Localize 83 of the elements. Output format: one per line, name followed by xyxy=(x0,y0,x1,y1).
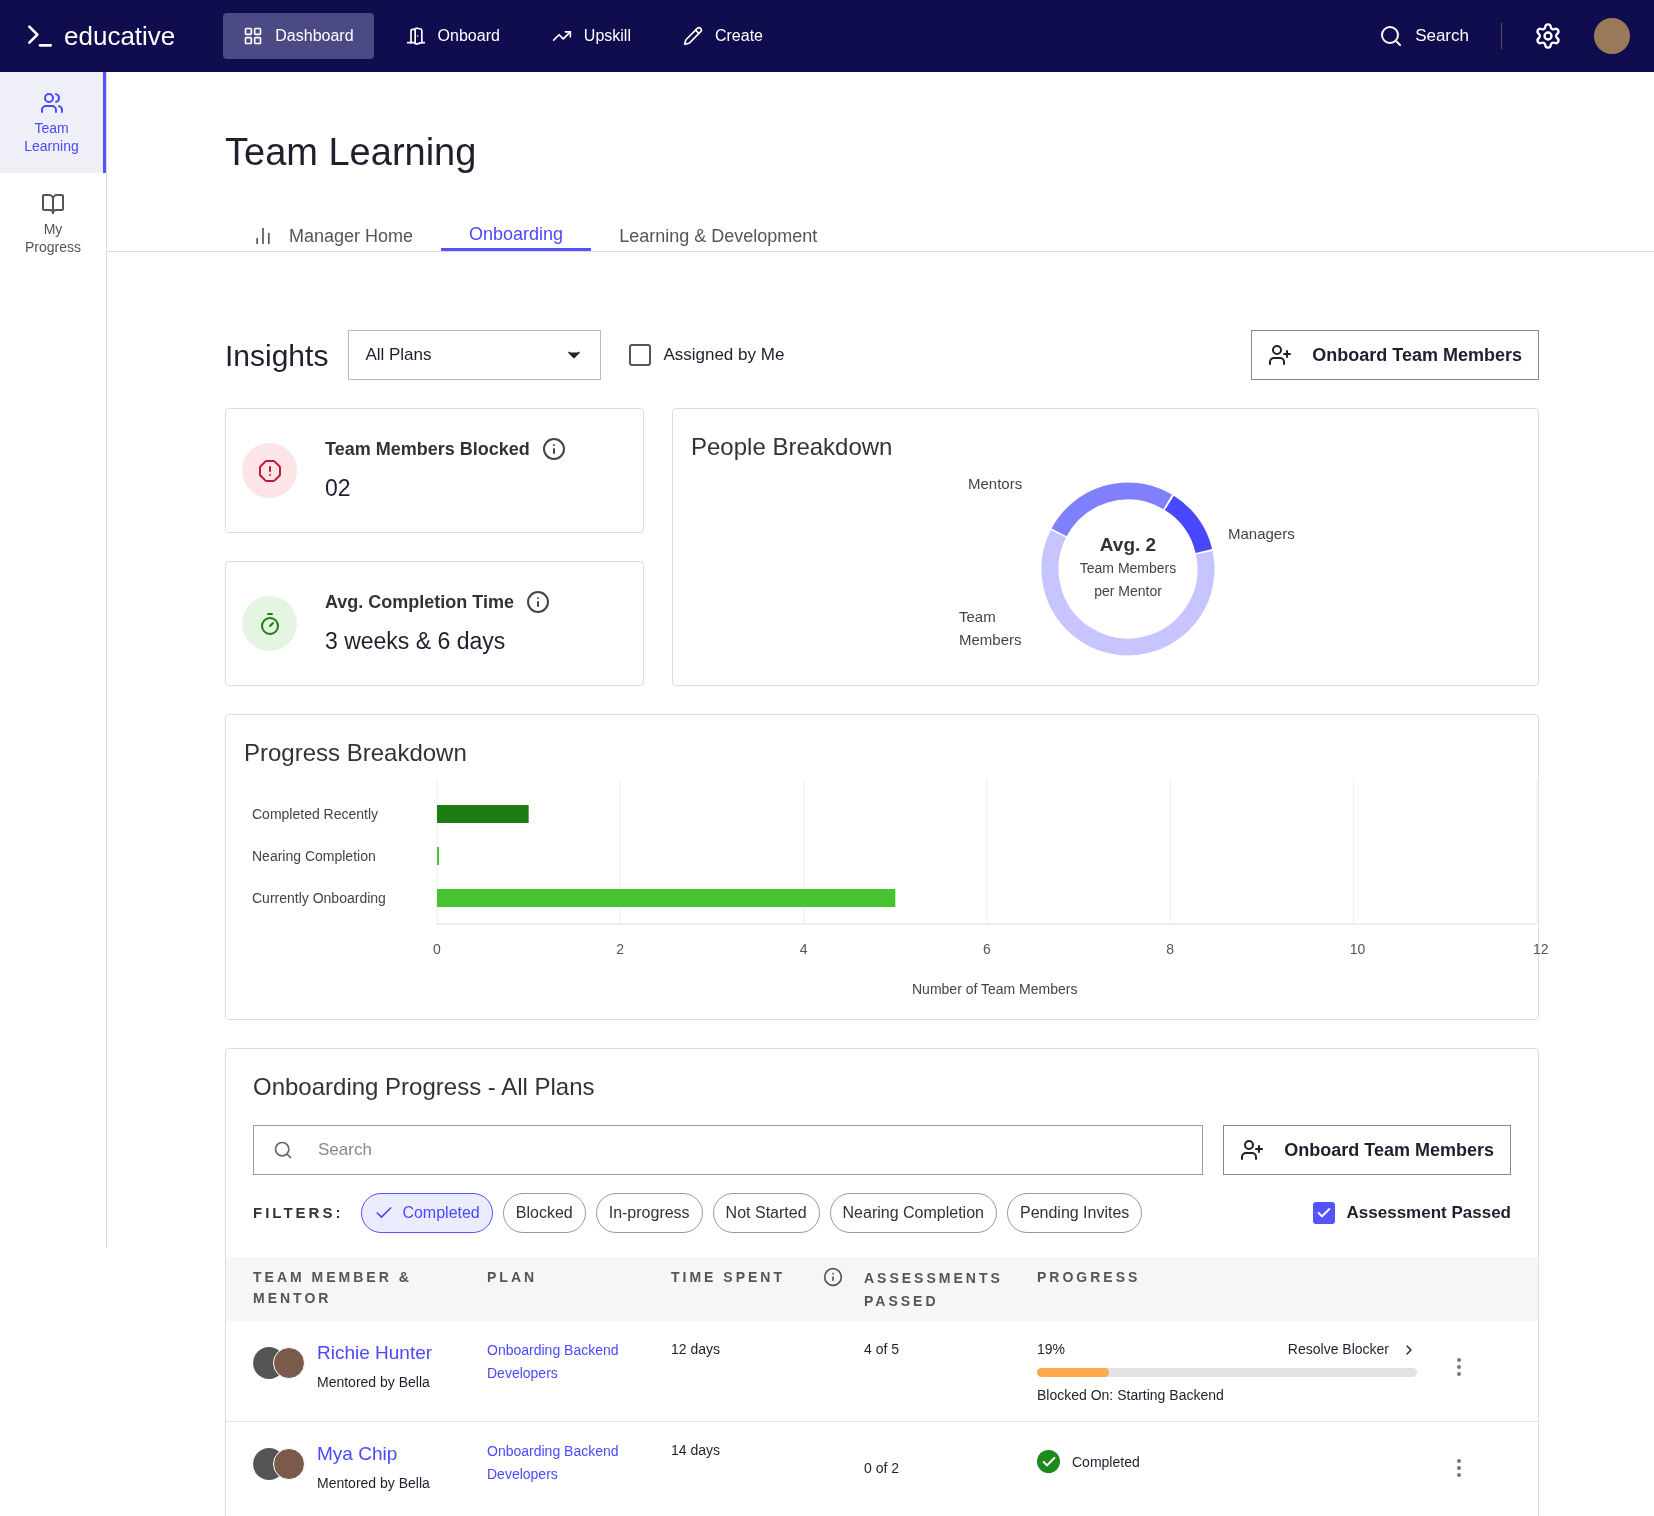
nav-item[interactable]: Onboard xyxy=(385,13,520,59)
tick-label: 4 xyxy=(799,940,808,959)
onboard-button[interactable]: Onboard Team Members xyxy=(1251,330,1539,380)
mentor-text: Mentored by Bella xyxy=(317,1372,431,1392)
time-spent: 12 days xyxy=(671,1340,722,1359)
card-title: People Breakdown xyxy=(691,432,893,462)
avatar[interactable] xyxy=(1594,18,1630,54)
stat-label: Team Members Blocked xyxy=(325,437,530,461)
time-spent: 14 days xyxy=(671,1441,722,1460)
stat-label: Avg. Completion Time xyxy=(325,590,515,614)
donut-center-text: Team Members per Mentor xyxy=(1078,559,1178,601)
add-user-icon xyxy=(1268,343,1293,367)
resolve-blocker-link[interactable]: Resolve Blocker xyxy=(1287,1339,1417,1360)
section-title: Insights xyxy=(225,337,329,374)
blocked-note: Blocked On: Starting Backend xyxy=(1037,1386,1225,1405)
tick-label: 2 xyxy=(616,940,625,959)
people-icon xyxy=(39,90,64,115)
bar-chart-icon xyxy=(253,226,273,246)
card-title: Onboarding Progress - All Plans xyxy=(253,1072,596,1102)
nav-item[interactable]: Upskill xyxy=(531,13,651,59)
checkbox-label: Assessment Passed xyxy=(1346,1202,1511,1225)
member-link[interactable]: Mya Chip xyxy=(317,1440,430,1469)
plan-link[interactable]: Onboarding Backend Developers xyxy=(487,1440,671,1516)
settings-icon[interactable] xyxy=(1534,22,1562,50)
column-header: TEAM MEMBER & MENTOR xyxy=(253,1269,412,1306)
column-header: ASSESSMENTS PASSED xyxy=(864,1270,1003,1309)
status-text: Completed xyxy=(1072,1453,1140,1472)
logo-text: educative xyxy=(64,19,176,53)
assessments-count: 0 of 2 xyxy=(864,1459,901,1478)
sidebar-item[interactable]: Team Learning xyxy=(0,72,106,173)
search-icon xyxy=(273,1140,293,1160)
add-user-icon xyxy=(1240,1138,1265,1162)
filters-label: FILTERS: xyxy=(253,1202,344,1223)
axis-label: Nearing Completion xyxy=(252,847,376,866)
stat-value: 02 xyxy=(325,473,352,503)
door-icon xyxy=(405,26,426,46)
progress-percent: 19% xyxy=(1037,1340,1066,1359)
tick-label: 0 xyxy=(433,940,441,959)
avatar xyxy=(273,1448,305,1480)
grid-icon xyxy=(243,26,264,46)
column-header: PLAN xyxy=(487,1269,538,1285)
chart-label: Mentors xyxy=(968,474,1023,494)
card-title: Progress Breakdown xyxy=(244,738,467,768)
column-header: PROGRESS xyxy=(1037,1269,1141,1285)
tab[interactable]: Onboarding xyxy=(441,221,592,251)
assessments-count: 4 of 5 xyxy=(864,1340,901,1359)
nav-item[interactable]: Dashboard xyxy=(223,13,374,59)
stat-value: 3 weeks & 6 days xyxy=(325,626,507,656)
info-icon[interactable] xyxy=(541,437,566,462)
tick-label: 8 xyxy=(1166,940,1175,959)
page-title: Team Learning xyxy=(225,130,478,175)
column-header: TIME SPENT xyxy=(671,1268,786,1287)
checkbox[interactable] xyxy=(629,344,652,366)
tab[interactable]: Manager Home xyxy=(225,221,442,251)
mentor-text: Mentored by Bella xyxy=(317,1473,430,1493)
filter-chip[interactable]: Completed xyxy=(361,1193,493,1233)
axis-label: Currently Onboarding xyxy=(252,889,386,908)
chart-label: Managers xyxy=(1228,524,1295,544)
tick-label: 10 xyxy=(1349,940,1366,959)
search-icon xyxy=(1379,24,1404,48)
search-field[interactable]: Search xyxy=(253,1125,1204,1175)
plan-link[interactable]: Onboarding Backend Developers xyxy=(487,1339,671,1421)
check-icon xyxy=(1037,1450,1060,1473)
avatar xyxy=(273,1347,305,1379)
checkbox[interactable] xyxy=(1312,1202,1335,1224)
axis-title: Number of Team Members xyxy=(912,980,1078,999)
info-icon[interactable] xyxy=(526,590,551,615)
search-button[interactable]: Search xyxy=(1379,23,1502,49)
pencil-icon xyxy=(683,26,703,46)
nav-item[interactable]: Create xyxy=(663,13,783,59)
tab[interactable]: Learning & Development xyxy=(591,221,846,251)
sidebar-item[interactable]: My Progress xyxy=(0,173,106,274)
member-link[interactable]: Richie Hunter xyxy=(317,1339,433,1368)
checkbox-label: Assigned by Me xyxy=(663,344,785,367)
tick-label: 12 xyxy=(1533,940,1549,959)
donut-center-title: Avg. 2 xyxy=(1098,533,1158,557)
tick-label: 6 xyxy=(983,940,991,959)
book-icon xyxy=(41,191,65,216)
chart-label: Team Members xyxy=(959,607,1023,650)
onboard-button[interactable]: Onboard Team Members xyxy=(1223,1125,1511,1175)
plan-dropdown[interactable]: All Plans xyxy=(348,330,602,380)
info-icon[interactable] xyxy=(823,1267,843,1287)
axis-label: Completed Recently xyxy=(252,805,379,824)
